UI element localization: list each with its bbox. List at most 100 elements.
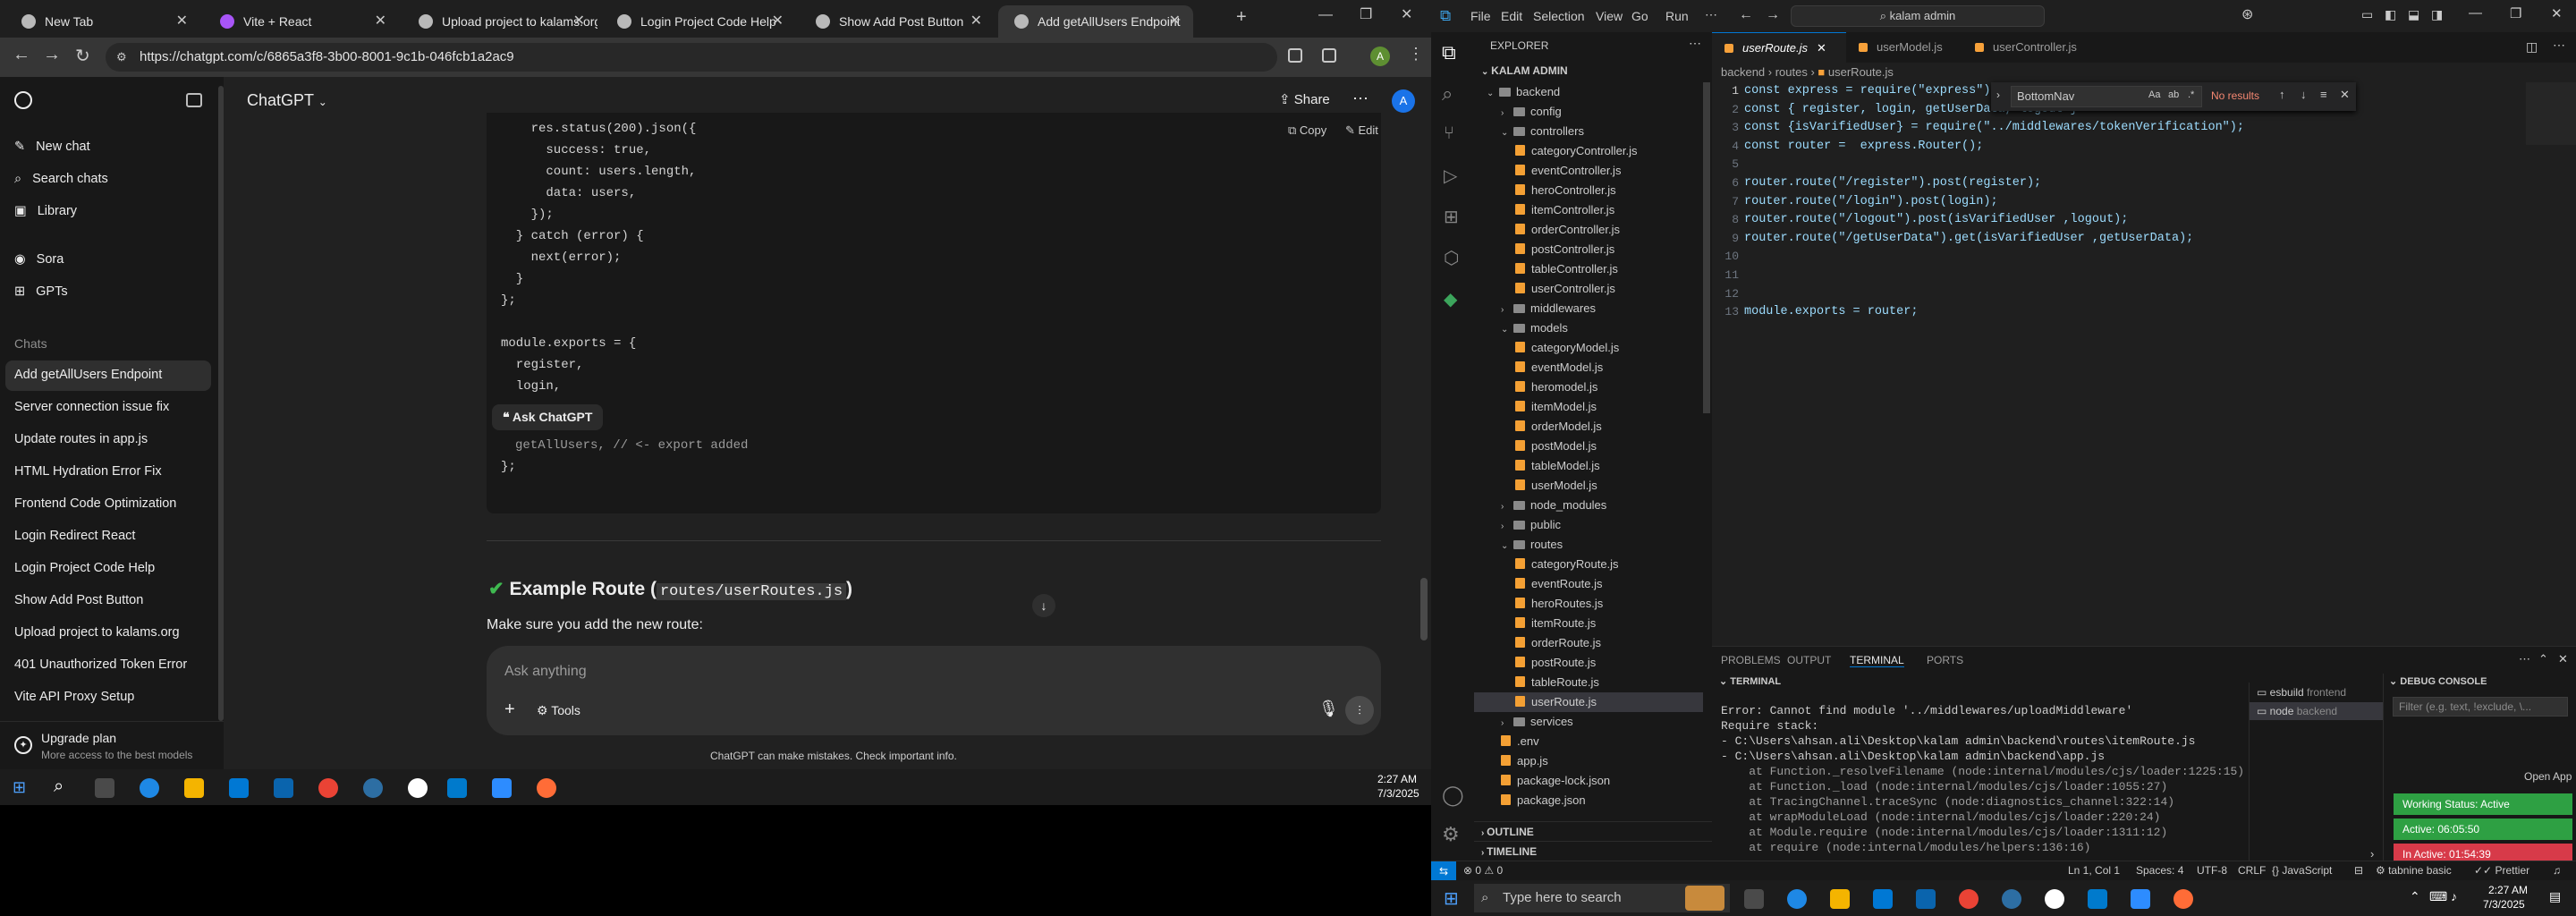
indentation[interactable]: Spaces: 4 [2136, 864, 2183, 877]
toggle-panel-icon[interactable]: ⬓ [2408, 7, 2419, 22]
command-center-search[interactable]: ⌕ kalam admin [1791, 5, 2045, 27]
file-tree-file[interactable]: userController.js [1474, 279, 1703, 299]
source-control-icon[interactable]: ⑂ [1444, 123, 1454, 144]
zoom-icon[interactable] [492, 778, 512, 798]
profile-avatar[interactable]: A [1370, 47, 1390, 66]
nav-forward-icon[interactable]: → [1766, 7, 1780, 23]
close-window-icon[interactable]: ✕ [2551, 5, 2563, 21]
browser-tab-upload[interactable]: Upload project to kalams.org ✕ [402, 5, 597, 38]
file-tree-file[interactable]: itemModel.js [1474, 397, 1703, 417]
editor-tab-active[interactable]: userRoute.js ✕ [1712, 32, 1846, 63]
file-tree-folder[interactable]: › public [1474, 515, 1703, 535]
minimize-icon[interactable]: — [2469, 5, 2482, 21]
tab-close-icon[interactable]: ✕ [1169, 5, 1181, 38]
tab-close-icon[interactable]: ✕ [176, 5, 188, 38]
browser-tab-vite[interactable]: Vite + React ✕ [204, 5, 399, 38]
toggle-sidebar-icon[interactable] [186, 93, 202, 107]
browser-menu-icon[interactable]: ⋮ [1408, 45, 1424, 64]
file-tree-file[interactable]: itemRoute.js [1474, 614, 1703, 633]
vscode-taskbar-icon[interactable] [447, 778, 467, 798]
outline-section[interactable]: › OUTLINE [1474, 821, 1712, 841]
volume-icon[interactable]: ♪ [2451, 889, 2457, 903]
panel-tab-problems[interactable]: PROBLEMS [1721, 654, 1781, 666]
forward-arrow-icon[interactable]: → [43, 45, 61, 65]
chrome-icon[interactable] [1959, 889, 1979, 909]
encoding[interactable]: UTF-8 [2197, 864, 2227, 877]
maximize-icon[interactable]: ❐ [1360, 5, 1372, 23]
microphone-icon[interactable]: 🎙 [1318, 700, 1339, 718]
extensions-icon[interactable]: ⊞ [1444, 206, 1459, 228]
windows-start-icon[interactable]: ⊞ [1444, 887, 1459, 910]
file-tree-file[interactable]: orderModel.js [1474, 417, 1703, 437]
new-tab-plus-icon[interactable]: + [1236, 7, 1247, 28]
file-tree-folder[interactable]: ⌄ routes [1474, 535, 1703, 555]
menu-run[interactable]: Run [1665, 9, 1689, 23]
panel-more-icon[interactable]: ⋯ [2519, 652, 2530, 666]
file-tree-folder[interactable]: ⌄ controllers [1474, 122, 1703, 141]
line-ending[interactable]: CRLF [2238, 864, 2266, 877]
minimap[interactable] [2526, 82, 2576, 145]
terminal-expand-icon[interactable]: › [2370, 847, 2374, 861]
gpts-button[interactable]: ⊞ GPTs [14, 284, 68, 299]
search-icon[interactable]: ⌕ [54, 776, 64, 797]
edge-icon[interactable] [140, 778, 159, 798]
new-chat-button[interactable]: ✎ New chat [14, 140, 90, 154]
file-tree-file[interactable]: app.js [1474, 751, 1703, 771]
user-avatar[interactable]: A [1392, 89, 1415, 113]
mail-icon[interactable] [1916, 889, 1936, 909]
chat-scrollbar[interactable] [1420, 578, 1428, 640]
model-selector[interactable]: ChatGPT ⌄ [247, 91, 327, 110]
browser-tab-new-tab[interactable]: New Tab ✕ [5, 5, 200, 38]
tab-close-icon[interactable]: ✕ [375, 5, 386, 38]
accounts-icon[interactable]: ◯ [1442, 784, 1464, 807]
file-tree-folder[interactable]: › node_modules [1474, 496, 1703, 515]
close-find-icon[interactable]: ✕ [2340, 88, 2350, 102]
panel-tab-ports[interactable]: PORTS [1927, 654, 1963, 666]
tab-close-icon[interactable]: ✕ [772, 5, 784, 38]
editor-tab[interactable]: userModel.js [1846, 32, 1962, 63]
file-tree-file[interactable]: eventController.js [1474, 161, 1703, 181]
file-tree-file[interactable]: categoryRoute.js [1474, 555, 1703, 574]
notifications-bell-icon[interactable]: ♫ [2553, 864, 2561, 877]
browser-tab-active[interactable]: Add getAllUsers Endpoint ✕ [998, 5, 1193, 38]
puzzle-icon[interactable] [1322, 48, 1336, 63]
task-view-icon[interactable] [1744, 889, 1764, 909]
minimize-icon[interactable]: — [1318, 7, 1333, 23]
port-icon[interactable]: ⊟ [2354, 864, 2363, 877]
next-match-icon[interactable]: ↓ [2301, 88, 2307, 101]
browser-tab-login[interactable]: Login Project Code Help ✕ [601, 5, 796, 38]
notification-center-icon[interactable]: ▤ [2549, 889, 2561, 904]
problems-count[interactable]: ⊗ 0 ⚠ 0 [1463, 864, 1503, 877]
split-editor-icon[interactable]: ◫ [2526, 39, 2538, 55]
file-tree-file[interactable]: categoryModel.js [1474, 338, 1703, 358]
nav-back-icon[interactable]: ← [1739, 7, 1753, 23]
workspace-header[interactable]: ⌄ KALAM ADMIN [1481, 64, 1568, 77]
explorer-scrollbar[interactable] [1703, 82, 1710, 413]
edge-icon[interactable] [1787, 889, 1807, 909]
share-button[interactable]: ⇪ Share [1279, 91, 1330, 107]
file-tree-file[interactable]: orderRoute.js [1474, 633, 1703, 653]
tab-close-icon[interactable]: ✕ [573, 5, 585, 38]
terminal-item-active[interactable]: ▭ node backend [2250, 702, 2384, 720]
search-chats-button[interactable]: ⌕ Search chats [14, 172, 108, 186]
chatgpt-app-icon[interactable] [2045, 889, 2064, 909]
app-icon[interactable] [363, 778, 383, 798]
chat-item[interactable]: Upload project to kalams.org [14, 625, 180, 640]
timeline-section[interactable]: › TIMELINE [1474, 841, 1712, 861]
site-info-icon[interactable]: ⚙ [116, 43, 127, 72]
windows-start-icon[interactable]: ⊞ [13, 778, 26, 797]
editor-tab[interactable]: userController.js [1962, 32, 2106, 63]
close-tab-icon[interactable]: ✕ [1817, 41, 1826, 55]
menu-go[interactable]: Go [1631, 9, 1648, 23]
back-arrow-icon[interactable]: ← [13, 45, 30, 65]
maximize-panel-icon[interactable]: ⌃ [2538, 652, 2548, 666]
chat-item[interactable]: Login Redirect React [14, 529, 135, 543]
file-explorer-icon[interactable] [184, 778, 204, 798]
prompt-input[interactable]: Ask anything [504, 664, 587, 680]
chatgpt-app-icon[interactable] [408, 778, 428, 798]
file-tree-folder[interactable]: › services [1474, 712, 1703, 732]
ask-chatgpt-button[interactable]: ❝ Ask ChatGPT [492, 404, 604, 430]
file-tree-file[interactable]: eventRoute.js [1474, 574, 1703, 594]
file-tree-file[interactable]: userRoute.js [1474, 692, 1703, 712]
openai-logo-icon[interactable] [14, 91, 32, 109]
